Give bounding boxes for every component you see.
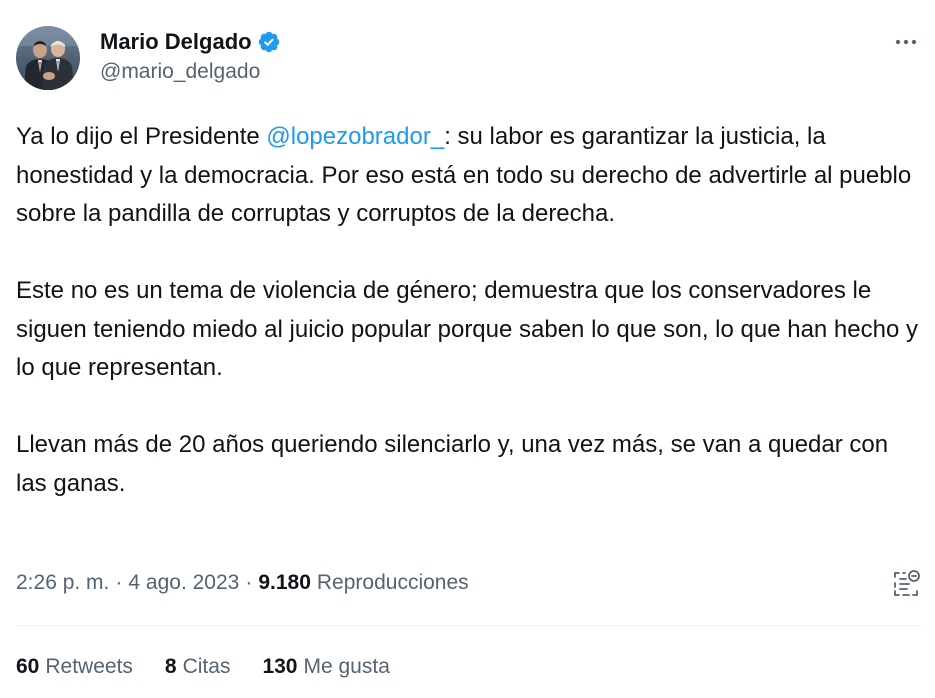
views-label: Reproducciones <box>316 571 469 594</box>
retweets-label: Retweets <box>45 655 133 678</box>
likes-count: 130 <box>262 655 298 678</box>
tweet-time[interactable]: 2:26 p. m. <box>16 571 109 595</box>
likes-stat[interactable]: 130 Me gusta <box>262 655 389 679</box>
tweet-paragraph-2: Este no es un tema de violencia de géner… <box>16 277 918 381</box>
name-row: Mario Delgado <box>100 28 281 56</box>
quotes-label: Citas <box>182 655 231 678</box>
meta-separator-2: · <box>245 571 253 594</box>
handle[interactable]: @mario_delgado <box>100 60 281 84</box>
tweet-date[interactable]: 4 ago. 2023 <box>128 571 239 595</box>
author-block: Mario Delgado @mario_delgado <box>100 28 281 84</box>
meta-separator: · <box>115 571 123 594</box>
retweets-stat[interactable]: 60 Retweets <box>16 655 133 679</box>
more-button[interactable] <box>893 30 919 54</box>
view-analytics-icon <box>894 570 920 596</box>
verified-badge-icon <box>257 30 281 54</box>
quotes-stat[interactable]: 8 Citas <box>165 655 231 679</box>
mention-link[interactable]: @lopezobrador_ <box>266 123 444 150</box>
tweet-meta: 2:26 p. m. · 4 ago. 2023 · 9.180 Reprodu… <box>16 566 469 600</box>
quotes-count: 8 <box>164 655 177 678</box>
tweet-paragraph-1: Ya lo dijo el Presidente @lopezobrador_:… <box>16 118 921 234</box>
divider <box>16 625 921 626</box>
avatar[interactable] <box>16 26 80 90</box>
view-analytics-button[interactable] <box>891 569 921 599</box>
retweets-count: 60 <box>16 655 40 678</box>
tweet: Mario Delgado @mario_delgado Ya lo dijo … <box>0 0 935 698</box>
display-name[interactable]: Mario Delgado <box>100 29 252 55</box>
more-horizontal-icon <box>895 39 917 45</box>
tweet-text: Ya lo dijo el Presidente @lopezobrador_:… <box>16 118 921 503</box>
tweet-paragraph-3: Llevan más de 20 años queriendo silencia… <box>16 431 889 497</box>
avatar-photo <box>16 26 80 90</box>
paragraph-1-prefix: Ya lo dijo el Presidente <box>16 123 267 150</box>
views-count: 9.180 <box>258 571 311 594</box>
engagement-stats: 60 Retweets 8 Citas 130 Me gusta <box>16 652 422 682</box>
likes-label: Me gusta <box>303 655 390 678</box>
